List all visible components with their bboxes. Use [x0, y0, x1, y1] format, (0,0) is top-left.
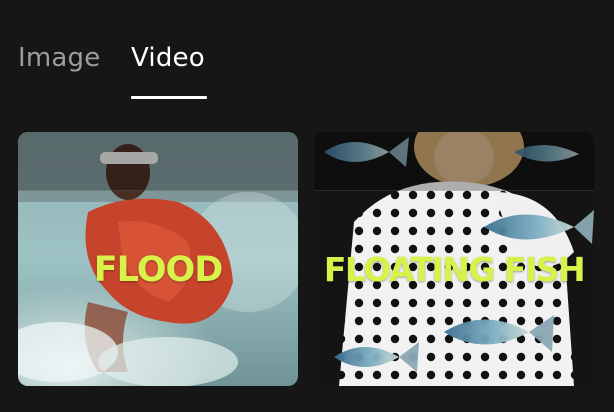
effects-panel: Image Video FLOOD FLOATING FISH [0, 0, 614, 412]
effect-card-floating-fish[interactable]: FLOATING FISH [314, 132, 594, 386]
tab-bar: Image Video [0, 0, 614, 100]
active-tab-indicator [131, 96, 207, 99]
card-label: FLOOD [93, 250, 224, 290]
card-top-overlay [18, 132, 298, 191]
tab-image[interactable]: Image [18, 42, 100, 74]
card-top-overlay [314, 132, 594, 191]
tab-video[interactable]: Video [131, 42, 205, 74]
effect-card-flood[interactable]: FLOOD [18, 132, 298, 386]
card-label: FLOATING FISH [323, 250, 586, 289]
